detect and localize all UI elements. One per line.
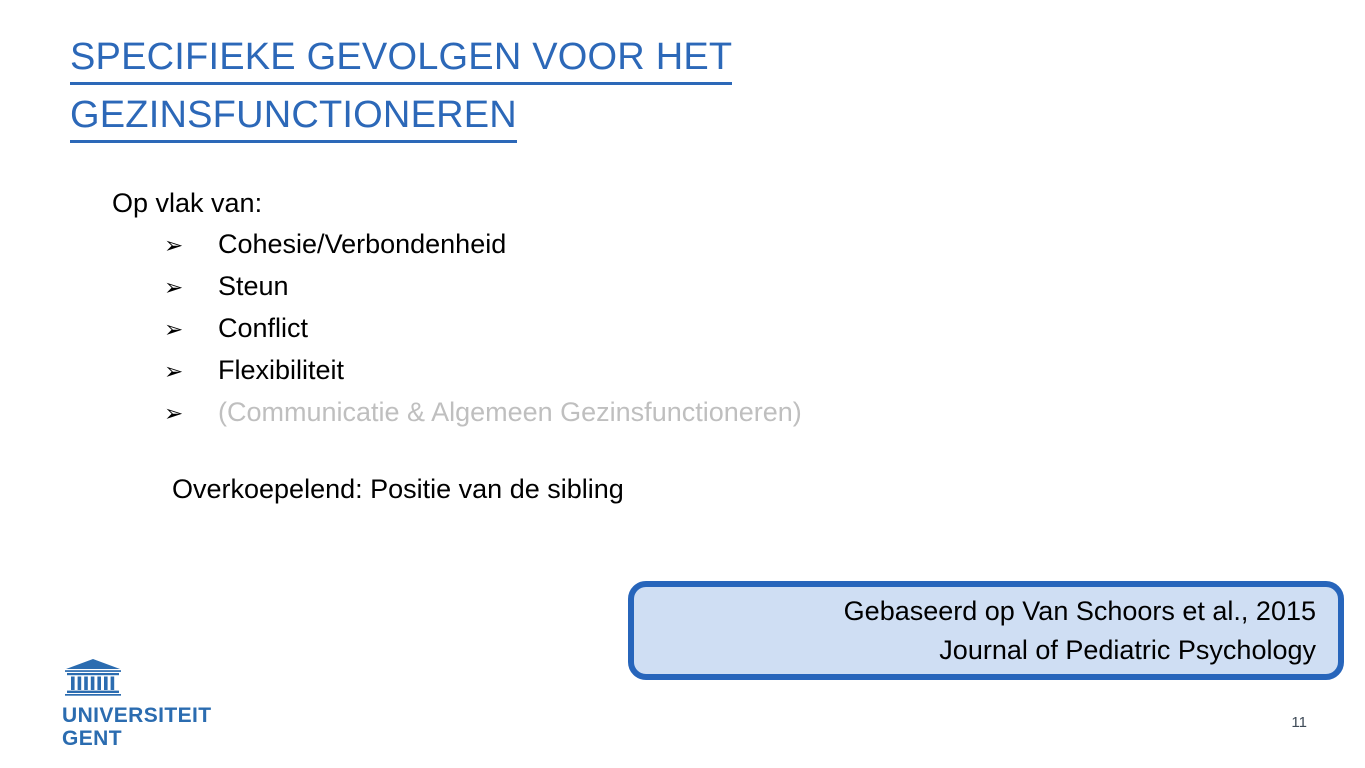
lead-text: Op vlak van:	[112, 188, 263, 218]
arrow-bullet-icon: ➢	[164, 316, 184, 342]
list-item-label: Conflict	[218, 313, 309, 343]
overarching-text: Overkoepelend: Positie van de sibling	[172, 474, 624, 504]
ugent-logo-text: UNIVERSITEIT GENT	[62, 704, 212, 750]
slide-canvas: SPECIFIEKE GEVOLGEN VOOR HET GEZINSFUNCT…	[0, 0, 1365, 768]
list-item-label: Cohesie/Verbondenheid	[218, 229, 507, 259]
content-body: Op vlak van: ➢ Cohesie/Verbondenheid ➢ S…	[112, 183, 1212, 434]
list-item: ➢ Cohesie/Verbondenheid	[112, 224, 1212, 266]
arrow-bullet-icon: ➢	[164, 400, 184, 426]
ugent-logo-line-2: GENT	[62, 727, 122, 750]
list-item: ➢ Conflict	[112, 308, 1212, 350]
list-item-label: Flexibiliteit	[218, 355, 345, 385]
page-title: SPECIFIEKE GEVOLGEN VOOR HET GEZINSFUNCT…	[70, 33, 1070, 149]
ugent-logo-line-1: UNIVERSITEIT	[62, 704, 212, 727]
list-item: ➢ Flexibiliteit	[112, 350, 1212, 392]
arrow-bullet-icon: ➢	[164, 358, 184, 384]
page-number: 11	[1291, 714, 1307, 731]
bullet-list: ➢ Cohesie/Verbondenheid ➢ Steun ➢ Confli…	[112, 224, 1212, 434]
page-title-line-1: SPECIFIEKE GEVOLGEN VOOR HET	[70, 33, 733, 85]
list-item: ➢ Steun	[112, 266, 1212, 308]
list-item-label: (Communicatie & Algemeen Gezinsfunctione…	[218, 397, 802, 427]
ugent-logo: UNIVERSITEIT GENT	[62, 658, 212, 750]
arrow-bullet-icon: ➢	[164, 274, 184, 300]
list-item: ➢ (Communicatie & Algemeen Gezinsfunctio…	[112, 392, 1212, 434]
source-callout-line-2: Journal of Pediatric Psychology	[939, 634, 1316, 665]
list-item-label: Steun	[218, 271, 289, 301]
page-title-line-2: GEZINSFUNCTIONEREN	[70, 91, 517, 143]
source-callout-box: Gebaseerd op Van Schoors et al., 2015 Jo…	[628, 581, 1344, 680]
source-callout-line-1: Gebaseerd op Van Schoors et al., 2015	[843, 595, 1316, 626]
arrow-bullet-icon: ➢	[164, 232, 184, 258]
university-building-icon	[65, 659, 121, 696]
